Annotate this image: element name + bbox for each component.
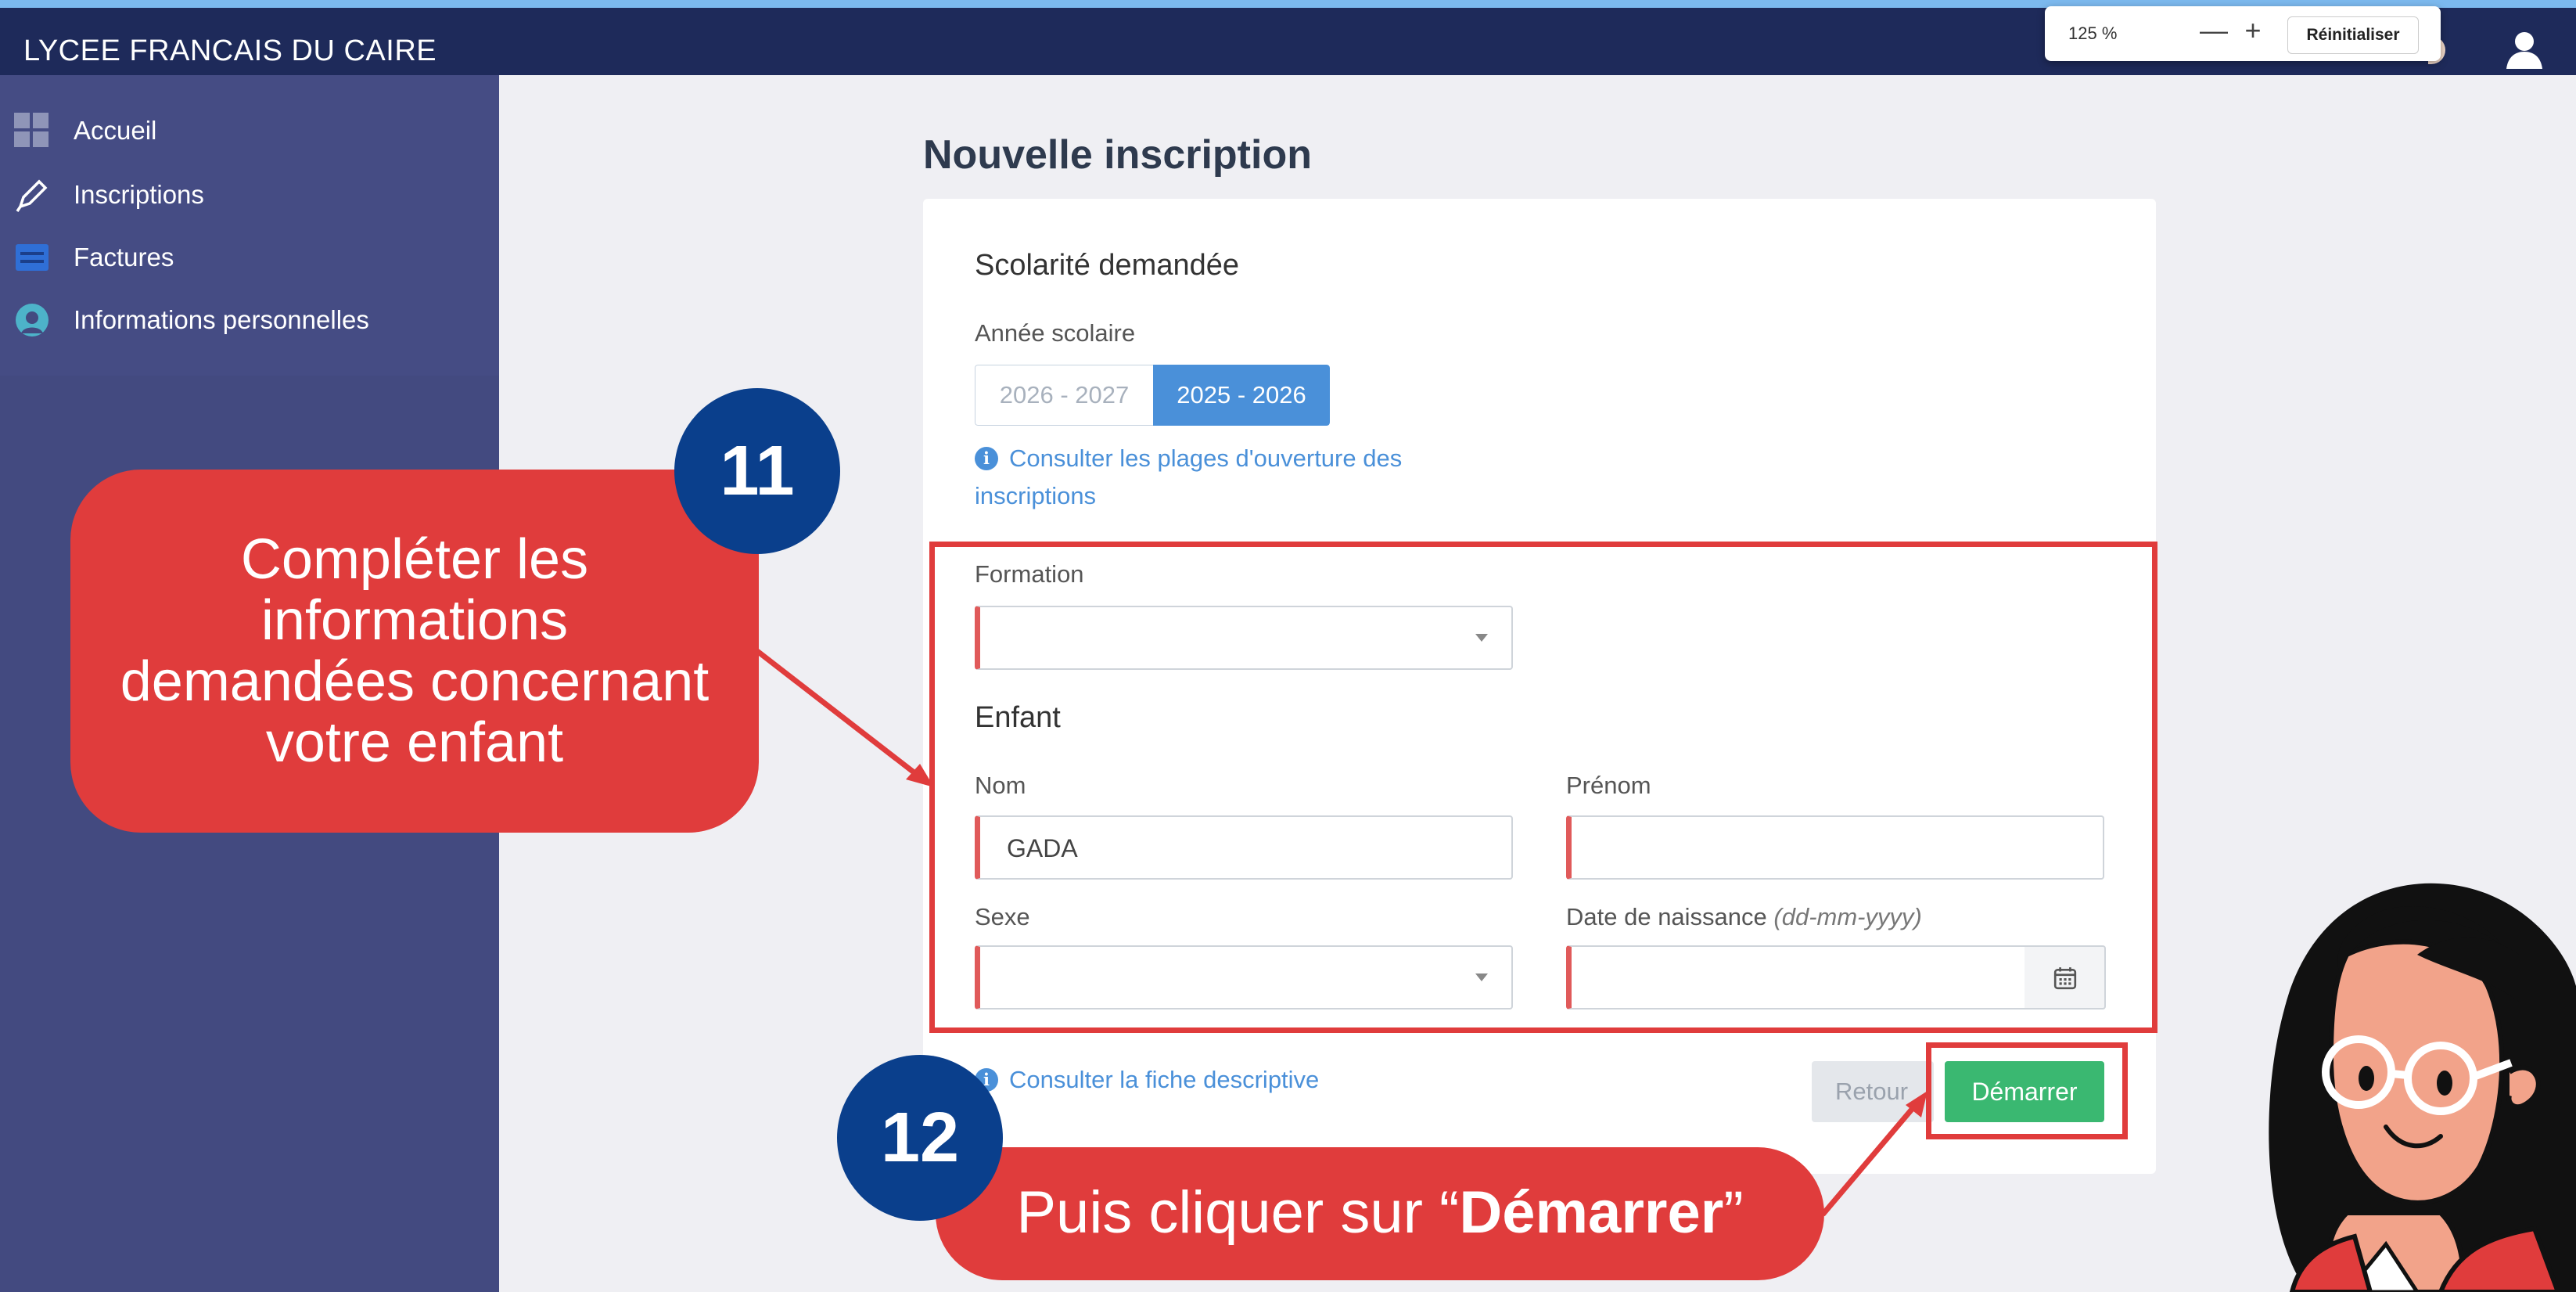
step-12-number: 12 bbox=[837, 1055, 1003, 1221]
scolarite-section-title: Scolarité demandée bbox=[975, 249, 1239, 282]
user-account-icon[interactable] bbox=[2503, 28, 2545, 70]
annee-scolaire-toggle: 2026 - 2027 2025 - 2026 bbox=[975, 365, 1330, 426]
zoom-popup: 125 % — + Réinitialiser bbox=[2045, 6, 2441, 61]
annee-option-2026-2027[interactable]: 2026 - 2027 bbox=[975, 365, 1153, 426]
demarrer-highlight-box bbox=[1926, 1042, 2128, 1139]
step-11-bubble: Compléter les informations demandées con… bbox=[70, 470, 759, 833]
sidebar-item-label: Informations personnelles bbox=[74, 305, 369, 334]
fiche-link-text: Consulter la fiche descriptive bbox=[1009, 1066, 1320, 1093]
sidebar-item-factures[interactable]: Factures bbox=[0, 229, 499, 283]
info-icon: i bbox=[975, 447, 998, 470]
fiche-descriptive-link[interactable]: i Consulter la fiche descriptive bbox=[975, 1061, 1319, 1099]
step-11-number: 11 bbox=[674, 388, 840, 554]
zoom-reset-button[interactable]: Réinitialiser bbox=[2287, 16, 2419, 54]
step-12-bubble: Puis cliquer sur “Démarrer” bbox=[936, 1147, 1824, 1280]
step-12-text: Puis cliquer sur “Démarrer” bbox=[1016, 1179, 1744, 1246]
user-circle-icon bbox=[16, 304, 49, 336]
page-title: Nouvelle inscription bbox=[923, 132, 1312, 178]
sidebar-item-label: Accueil bbox=[74, 116, 157, 145]
form-highlight-box bbox=[929, 542, 2157, 1033]
plages-link-text: Consulter les plages d'ouverture des bbox=[1009, 444, 1403, 472]
zoom-level: 125 % bbox=[2068, 23, 2118, 43]
retour-button[interactable]: Retour bbox=[1812, 1061, 1934, 1122]
invoice-icon bbox=[16, 244, 49, 271]
sidebar-menu: Accueil Inscriptions Factures Informatio… bbox=[0, 75, 499, 376]
sidebar-item-inscriptions[interactable]: Inscriptions bbox=[0, 166, 499, 221]
zoom-in-button[interactable]: + bbox=[2237, 14, 2269, 47]
dashboard-grid-icon bbox=[14, 113, 49, 147]
zoom-out-button[interactable]: — bbox=[2198, 14, 2229, 47]
pencil-icon bbox=[16, 179, 48, 212]
sidebar-item-label: Inscriptions bbox=[74, 180, 204, 209]
woman-with-glasses-illustration bbox=[2269, 883, 2576, 1292]
plages-link-text-2: inscriptions bbox=[975, 482, 1097, 509]
annee-option-2025-2026[interactable]: 2025 - 2026 bbox=[1153, 365, 1330, 426]
annee-scolaire-label: Année scolaire bbox=[975, 319, 1136, 347]
sidebar-item-accueil[interactable]: Accueil bbox=[0, 102, 499, 157]
plages-ouverture-link[interactable]: i Consulter les plages d'ouverture des in… bbox=[975, 440, 1402, 515]
step-11-text: Compléter les informations demandées con… bbox=[120, 528, 710, 774]
sidebar-item-informations-personnelles[interactable]: Informations personnelles bbox=[0, 291, 499, 346]
sidebar-item-label: Factures bbox=[74, 243, 174, 272]
app-title: LYCEE FRANCAIS DU CAIRE bbox=[23, 34, 437, 67]
